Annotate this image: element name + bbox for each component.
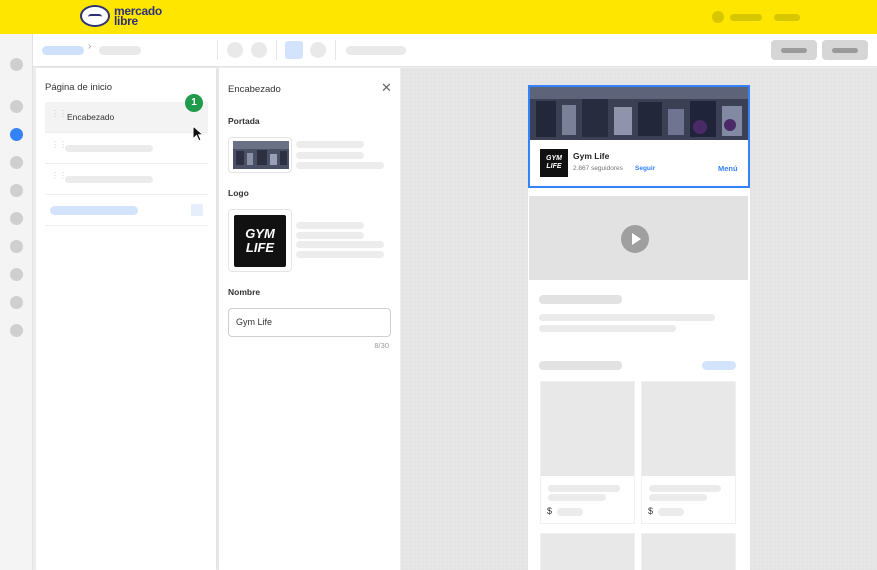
cover-image-picker[interactable]	[228, 137, 292, 173]
undo-icon[interactable]	[227, 42, 243, 58]
rail-item[interactable]	[10, 156, 23, 169]
drag-handle-icon[interactable]: ⋮⋮	[51, 172, 67, 183]
pages-panel-title: Página de inicio	[45, 82, 113, 93]
preview-cover-image	[530, 87, 748, 140]
rail-item[interactable]	[10, 100, 23, 113]
toolbar-divider	[335, 40, 336, 60]
rail-item-active[interactable]	[10, 128, 23, 141]
preview-see-all-link[interactable]	[702, 361, 736, 370]
top-header: mercado libre	[0, 0, 877, 34]
drag-handle-icon[interactable]: ⋮⋮	[51, 141, 67, 152]
product-image-placeholder	[642, 382, 735, 476]
toolbar-placeholder	[346, 46, 406, 55]
mercadolibre-logo[interactable]: mercado libre	[80, 5, 162, 27]
mobile-view-icon[interactable]	[285, 41, 303, 59]
logo-placeholder	[296, 222, 364, 229]
preview-product-card[interactable]: $	[540, 381, 635, 524]
toolbar-divider	[276, 40, 277, 60]
cover-placeholder	[296, 152, 364, 159]
breadcrumb[interactable]	[42, 46, 84, 55]
preview-button[interactable]	[771, 40, 817, 60]
breadcrumb-chevron-icon: ›	[88, 41, 92, 52]
logo-thumbnail: GYM LIFE	[234, 215, 286, 267]
product-price-placeholder	[557, 508, 583, 516]
follow-link[interactable]: Seguir	[635, 165, 655, 172]
cover-label: Portada	[228, 116, 260, 126]
breadcrumb-current	[99, 46, 141, 55]
rail-item[interactable]	[10, 212, 23, 225]
rail-item[interactable]	[10, 296, 23, 309]
add-section-row[interactable]	[45, 195, 208, 226]
toolbar-divider	[217, 40, 218, 60]
logo-image-picker[interactable]: GYM LIFE	[228, 209, 292, 272]
page-item-placeholder	[65, 176, 153, 183]
preview-product-card[interactable]	[540, 533, 635, 570]
step-badge: 1	[185, 94, 203, 112]
redo-icon[interactable]	[251, 42, 267, 58]
publish-button[interactable]	[822, 40, 868, 60]
cover-placeholder	[296, 162, 384, 169]
top-link-placeholder[interactable]	[774, 13, 800, 21]
rail-item[interactable]	[10, 58, 23, 71]
page-item-placeholder	[65, 145, 153, 152]
preview-text-placeholder	[539, 314, 715, 321]
preview-store-name: Gym Life	[573, 151, 610, 161]
preview-followers-count: 2.867 seguidores	[573, 165, 623, 172]
name-input[interactable]: Gym Life	[228, 308, 391, 337]
logo-placeholder	[296, 251, 384, 258]
menu-link[interactable]: Menú	[718, 164, 738, 173]
preview-product-card[interactable]	[641, 533, 736, 570]
logo-label: Logo	[228, 188, 249, 198]
editor-title: Encabezado	[228, 84, 281, 95]
rail-item[interactable]	[10, 240, 23, 253]
preview-text-placeholder	[539, 325, 676, 332]
product-price-symbol: $	[648, 506, 654, 516]
page-item-label: Encabezado	[67, 112, 115, 122]
mouse-cursor-icon	[192, 125, 205, 142]
name-char-counter: 8/30	[374, 341, 389, 350]
section-editor-panel: Encabezado ✕ Portada Logo GYM LIFE Nombr…	[218, 68, 400, 570]
cover-thumbnail	[233, 141, 289, 169]
logo-placeholder	[296, 241, 384, 248]
add-icon[interactable]	[191, 204, 203, 216]
avatar	[712, 11, 724, 23]
editor-toolbar: ›	[33, 34, 877, 67]
desktop-view-icon[interactable]	[310, 42, 326, 58]
rail-item[interactable]	[10, 268, 23, 281]
logo-placeholder	[296, 232, 364, 239]
preview-store-logo: GYM LIFE	[540, 149, 568, 177]
page-item[interactable]: ⋮⋮	[45, 164, 208, 195]
preview-section-title-placeholder	[539, 361, 622, 370]
user-menu[interactable]	[712, 11, 800, 23]
rail-item[interactable]	[10, 184, 23, 197]
add-section-link[interactable]	[50, 206, 138, 215]
product-price-placeholder	[658, 508, 684, 516]
product-image-placeholder	[642, 534, 735, 570]
preview-text-placeholder	[539, 295, 622, 304]
left-rail	[0, 34, 33, 570]
cover-placeholder	[296, 141, 364, 148]
close-icon[interactable]: ✕	[381, 81, 392, 94]
product-price-symbol: $	[547, 506, 553, 516]
product-image-placeholder	[541, 534, 634, 570]
page-item[interactable]: ⋮⋮	[45, 133, 208, 164]
preview-product-card[interactable]: $	[641, 381, 736, 524]
pages-panel: Página de inicio ⋮⋮ Encabezado ⋮⋮ ⋮⋮	[36, 68, 216, 570]
handshake-icon	[80, 5, 110, 27]
page-item-encabezado[interactable]: ⋮⋮ Encabezado	[45, 102, 208, 133]
drag-handle-icon[interactable]: ⋮⋮	[51, 110, 67, 121]
play-icon[interactable]	[621, 225, 649, 253]
product-image-placeholder	[541, 382, 634, 476]
preview-header-section[interactable]: GYM LIFE Gym Life 2.867 seguidores Segui…	[528, 85, 750, 188]
name-label: Nombre	[228, 287, 261, 297]
rail-item[interactable]	[10, 324, 23, 337]
user-name-placeholder	[730, 13, 762, 21]
